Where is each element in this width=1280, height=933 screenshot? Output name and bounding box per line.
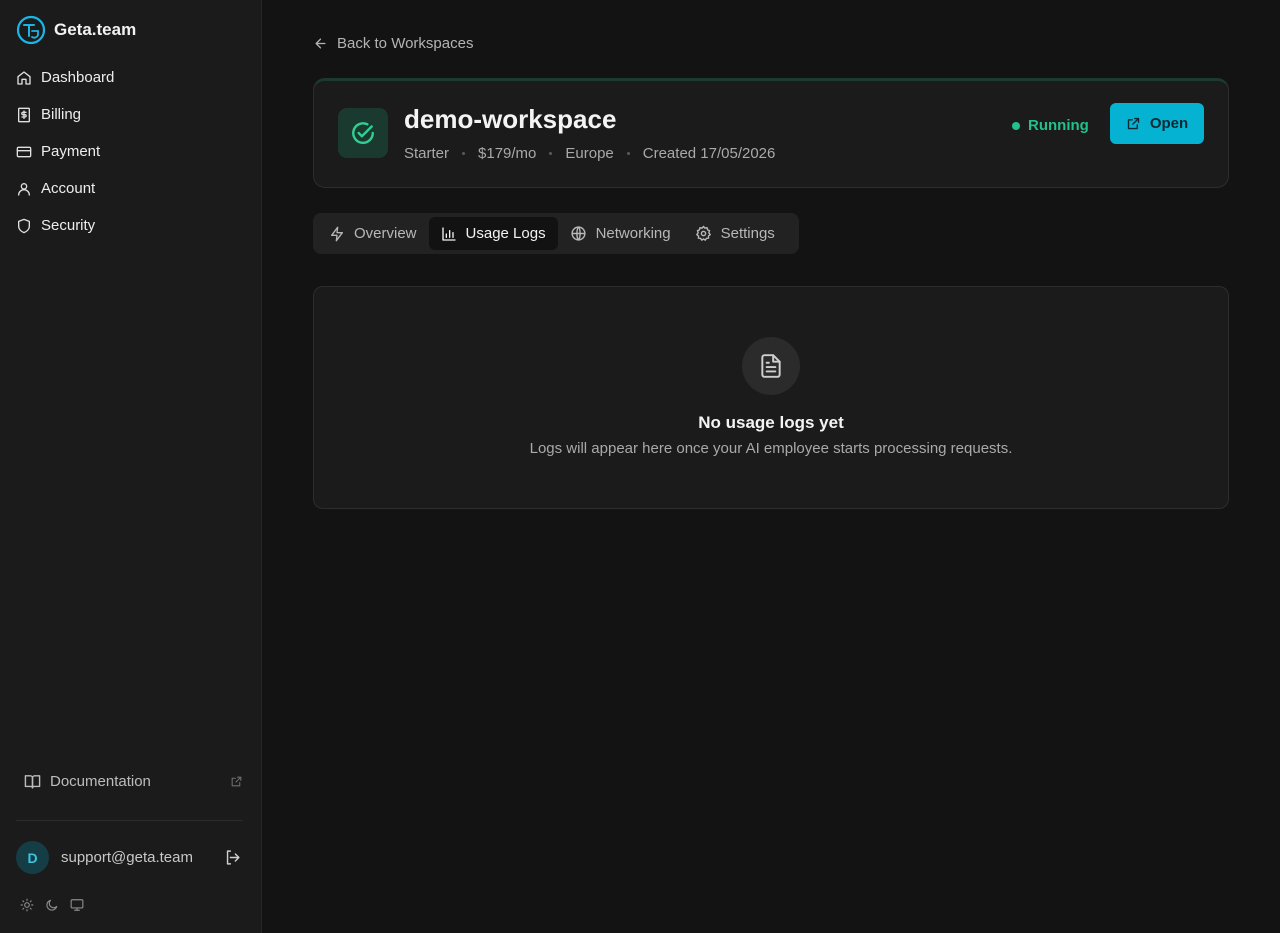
geta-logo-icon xyxy=(16,15,46,45)
workspace-plan: Starter xyxy=(404,145,450,162)
status-badge: Running xyxy=(1012,117,1089,134)
sidebar-item-dashboard[interactable]: Dashboard xyxy=(0,59,261,96)
receipt-dollar-icon xyxy=(18,107,30,122)
sidebar-item-label: Dashboard xyxy=(41,69,115,86)
external-link-icon xyxy=(231,776,242,786)
theme-system-button[interactable] xyxy=(69,897,84,912)
empty-state-title: No usage logs yet xyxy=(698,413,844,432)
workspace-name: demo-workspace xyxy=(404,104,617,134)
logout-button[interactable] xyxy=(221,847,243,869)
documentation-link[interactable]: Documentation xyxy=(16,763,243,799)
external-link-icon xyxy=(1127,117,1140,130)
bar-chart-icon xyxy=(441,226,456,241)
tab-label: Usage Logs xyxy=(465,225,546,242)
tab-label: Settings xyxy=(720,225,775,242)
open-workspace-button[interactable]: Open xyxy=(1110,103,1204,144)
workspace-tabs: Overview Usage Logs Networking Settings xyxy=(313,213,799,254)
sidebar-item-label: Security xyxy=(41,217,96,234)
arrow-left-icon xyxy=(315,38,326,48)
brand-name: Geta.team xyxy=(54,20,137,39)
workspace-header-card: demo-workspace Starter $179/mo Europe Cr… xyxy=(313,78,1229,188)
shield-icon xyxy=(18,218,30,233)
sidebar-item-label: Payment xyxy=(41,143,101,160)
monitor-icon xyxy=(70,898,83,911)
empty-state-icon xyxy=(742,337,800,395)
user-icon xyxy=(18,182,30,196)
sidebar-item-billing[interactable]: Billing xyxy=(0,96,261,133)
theme-light-button[interactable] xyxy=(19,897,34,912)
status-dot xyxy=(1012,121,1020,130)
back-to-workspaces-link[interactable]: Back to Workspaces xyxy=(313,33,473,53)
workspace-price: $179/mo xyxy=(478,145,537,162)
file-text-icon xyxy=(761,354,781,378)
meta-separator xyxy=(462,152,466,155)
user-profile: D support@geta.team xyxy=(16,841,243,874)
tab-label: Networking xyxy=(595,225,671,242)
sidebar-item-account[interactable]: Account xyxy=(0,170,261,207)
zap-icon xyxy=(331,226,343,241)
tab-label: Overview xyxy=(354,225,417,242)
theme-dark-button[interactable] xyxy=(44,897,59,912)
credit-card-icon xyxy=(16,146,32,157)
workspace-created: Created 17/05/2026 xyxy=(642,145,776,162)
back-link-label: Back to Workspaces xyxy=(337,34,474,52)
sidebar-item-payment[interactable]: Payment xyxy=(0,133,261,170)
theme-switcher xyxy=(19,897,84,912)
sidebar-nav: Dashboard Billing Payment Account Securi… xyxy=(0,59,261,244)
workspace-region: Europe xyxy=(565,145,614,162)
tab-overview[interactable]: Overview xyxy=(317,217,429,250)
sidebar: Geta.team Dashboard Billing Payment Acco… xyxy=(0,0,262,933)
log-out-icon xyxy=(226,850,240,865)
home-icon xyxy=(17,70,31,85)
user-email: support@geta.team xyxy=(61,849,193,866)
globe-icon xyxy=(570,226,586,241)
meta-separator xyxy=(626,152,630,155)
workspace-status-icon xyxy=(338,108,388,158)
brand[interactable]: Geta.team xyxy=(16,15,136,45)
meta-separator xyxy=(549,152,553,155)
empty-state-subtitle: Logs will appear here once your AI emplo… xyxy=(529,440,1013,457)
sidebar-item-label: Account xyxy=(41,180,96,197)
book-open-icon xyxy=(24,774,41,789)
usage-logs-empty-state: No usage logs yet Logs will appear here … xyxy=(313,286,1229,509)
tab-usage-logs[interactable]: Usage Logs xyxy=(428,217,558,250)
documentation-label: Documentation xyxy=(50,772,151,790)
avatar[interactable]: D xyxy=(16,841,49,874)
moon-icon xyxy=(45,899,57,911)
status-label: Running xyxy=(1028,117,1089,134)
sun-icon xyxy=(20,898,33,911)
tab-networking[interactable]: Networking xyxy=(558,217,683,250)
sidebar-item-security[interactable]: Security xyxy=(0,207,261,244)
workspace-meta: Starter $179/mo Europe Created 17/05/202… xyxy=(404,145,775,162)
tab-settings[interactable]: Settings xyxy=(683,217,787,250)
open-button-label: Open xyxy=(1149,115,1189,132)
gear-icon xyxy=(695,225,711,241)
sidebar-divider xyxy=(16,820,243,821)
check-circle-icon xyxy=(352,122,374,144)
sidebar-item-label: Billing xyxy=(41,106,82,123)
